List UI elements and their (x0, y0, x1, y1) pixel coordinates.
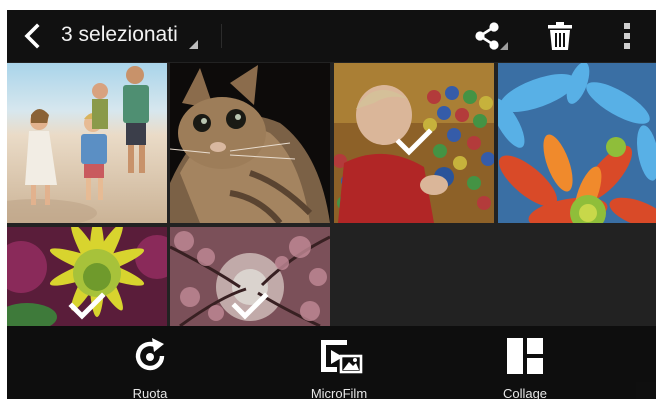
rotate-button[interactable]: Ruota (90, 326, 210, 399)
selection-action-bar: 3 selezionati (7, 10, 656, 62)
microfilm-label: MicroFilm (310, 386, 368, 399)
photo-thumbnail-family-beach[interactable] (7, 63, 167, 223)
collage-icon (507, 338, 543, 374)
share-icon[interactable] (470, 20, 514, 52)
photo-thumbnail-flowers[interactable] (498, 63, 656, 223)
collage-button[interactable]: Collage (465, 326, 585, 399)
microfilm-icon (321, 340, 363, 374)
photo-thumbnail-blossom-tree[interactable] (170, 227, 330, 326)
gallery-screen: 3 selezionati Ruota MicroFilm Collage (7, 10, 656, 399)
selection-count-title[interactable]: 3 selezionati (61, 23, 178, 47)
check-icon (394, 127, 434, 159)
more-vertical-icon[interactable] (615, 20, 639, 52)
bottom-action-bar: Ruota MicroFilm Collage (7, 326, 656, 399)
rotate-label: Ruota (132, 386, 168, 399)
check-icon (230, 291, 270, 323)
photo-thumbnail-child-ball-pit[interactable] (334, 63, 494, 223)
dropdown-triangle-icon[interactable] (189, 40, 198, 49)
chevron-left-icon[interactable] (19, 22, 45, 50)
check-icon (67, 291, 107, 323)
toolbar-divider (221, 24, 222, 48)
photo-thumbnail-yellow-flower[interactable] (7, 227, 167, 326)
photo-thumbnail-kitten[interactable] (170, 63, 330, 223)
rotate-icon (135, 338, 165, 371)
microfilm-button[interactable]: MicroFilm (279, 326, 399, 399)
collage-label: Collage (502, 386, 548, 399)
trash-icon[interactable] (544, 20, 576, 52)
